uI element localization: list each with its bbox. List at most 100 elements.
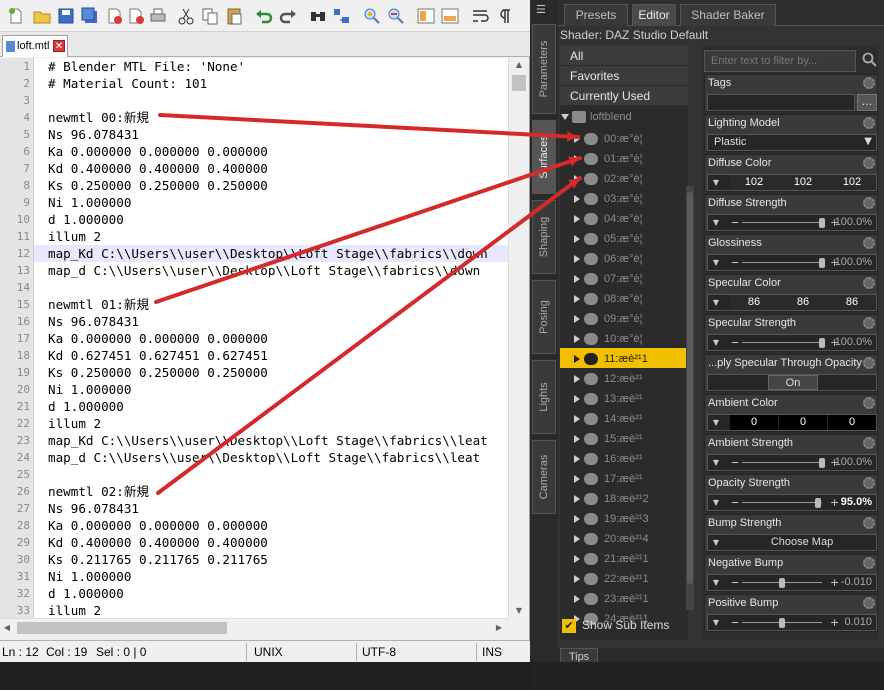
- color-channel-g[interactable]: 0: [779, 415, 827, 430]
- surface-item[interactable]: 15:æè²¹: [560, 430, 688, 448]
- surface-item[interactable]: 08:æ°è¦: [560, 290, 688, 308]
- color-channel-g[interactable]: 86: [779, 295, 827, 310]
- gear-icon[interactable]: [863, 117, 875, 129]
- expand-icon[interactable]: [574, 355, 580, 363]
- sync-vertical-icon[interactable]: [416, 6, 436, 26]
- hscroll-thumb[interactable]: [17, 622, 227, 634]
- code-line[interactable]: map_Kd C:\\Users\\user\\Desktop\\Loft St…: [48, 432, 488, 449]
- tab-presets[interactable]: Presets: [564, 4, 628, 26]
- new-file-icon[interactable]: [6, 6, 26, 26]
- open-file-icon[interactable]: [32, 6, 52, 26]
- gear-icon[interactable]: [863, 77, 875, 89]
- slider-track[interactable]: [742, 462, 822, 463]
- expand-icon[interactable]: [574, 435, 580, 443]
- code-area[interactable]: # Blender MTL File: 'None' # Material Cou…: [34, 58, 508, 618]
- expand-icon[interactable]: [574, 335, 580, 343]
- toggle-button[interactable]: On: [768, 375, 818, 390]
- color-channel-b[interactable]: 0: [828, 415, 876, 430]
- property-control[interactable]: ▼ +100.0%: [707, 214, 877, 231]
- chevron-down-icon[interactable]: ▼: [710, 457, 722, 469]
- slider-knob[interactable]: [819, 458, 825, 468]
- close-all-icon[interactable]: [126, 6, 146, 26]
- chevron-down-icon[interactable]: ▼: [710, 257, 722, 269]
- color-channel-b[interactable]: 102: [828, 175, 876, 190]
- code-line[interactable]: Ni 1.000000: [48, 568, 131, 585]
- slider-knob[interactable]: [779, 618, 785, 628]
- side-tab-parameters[interactable]: Parameters: [532, 24, 556, 114]
- gear-icon[interactable]: [863, 597, 875, 609]
- plus-icon[interactable]: +: [830, 577, 839, 589]
- surface-item[interactable]: 17:æè²¹: [560, 470, 688, 488]
- code-line[interactable]: # Blender MTL File: 'None': [48, 58, 245, 75]
- code-line[interactable]: Ks 0.211765 0.211765 0.211765: [48, 551, 268, 568]
- code-line[interactable]: map_d C:\\Users\\user\\Desktop\\Loft Sta…: [48, 449, 480, 466]
- sync-horizontal-icon[interactable]: [440, 6, 460, 26]
- slider-value[interactable]: 0.010: [844, 616, 872, 628]
- surface-item[interactable]: 01:æ°è¦: [560, 150, 688, 168]
- horizontal-scrollbar[interactable]: ◀ ▶: [0, 618, 508, 636]
- slider-track[interactable]: [742, 262, 822, 263]
- category-all[interactable]: All: [560, 46, 688, 66]
- filter-input[interactable]: Enter text to filter by...: [704, 50, 856, 72]
- gear-icon[interactable]: [863, 317, 875, 329]
- scroll-thumb[interactable]: [512, 75, 526, 91]
- property-control[interactable]: ▼ 86 86 86: [707, 294, 877, 311]
- code-line[interactable]: newmtl 00:新規: [48, 109, 149, 126]
- code-line[interactable]: illum 2: [48, 415, 101, 432]
- category-currently-used[interactable]: Currently Used: [560, 86, 688, 106]
- slider-knob[interactable]: [819, 258, 825, 268]
- property-control[interactable]: ▼ +100.0%: [707, 334, 877, 351]
- tags-button[interactable]: ...: [857, 94, 877, 111]
- color-channel-r[interactable]: 102: [730, 175, 778, 190]
- code-line[interactable]: Ka 0.000000 0.000000 0.000000: [48, 330, 268, 347]
- property-control[interactable]: ▼ +100.0%: [707, 254, 877, 271]
- expand-icon[interactable]: [574, 475, 580, 483]
- expand-icon[interactable]: [574, 535, 580, 543]
- expand-icon[interactable]: [574, 215, 580, 223]
- scroll-down-icon[interactable]: ▼: [509, 604, 529, 618]
- code-line[interactable]: Ni 1.000000: [48, 381, 131, 398]
- side-tab-lights[interactable]: Lights: [532, 360, 556, 434]
- minus-icon[interactable]: [732, 342, 738, 343]
- show-sub-items-checkbox[interactable]: ✔: [562, 619, 576, 633]
- side-tab-cameras[interactable]: Cameras: [532, 440, 556, 514]
- expand-icon[interactable]: [574, 595, 580, 603]
- expand-icon[interactable]: [574, 135, 580, 143]
- slider-knob[interactable]: [819, 218, 825, 228]
- surface-item[interactable]: 05:æ°è¦: [560, 230, 688, 248]
- gear-icon[interactable]: [863, 157, 875, 169]
- surface-item[interactable]: 07:æ°è¦: [560, 270, 688, 288]
- surface-item[interactable]: 04:æ°è¦: [560, 210, 688, 228]
- color-channel-g[interactable]: 102: [779, 175, 827, 190]
- tab-shader-baker[interactable]: Shader Baker: [680, 4, 776, 26]
- category-favorites[interactable]: Favorites: [560, 66, 688, 86]
- minus-icon[interactable]: [732, 262, 738, 263]
- expand-icon[interactable]: [574, 515, 580, 523]
- expand-icon[interactable]: [574, 575, 580, 583]
- code-line[interactable]: Ns 96.078431: [48, 500, 139, 517]
- expand-icon[interactable]: [574, 235, 580, 243]
- expand-icon[interactable]: [574, 275, 580, 283]
- surface-item[interactable]: 12:æè²¹: [560, 370, 688, 388]
- plus-icon[interactable]: +: [830, 497, 839, 509]
- expand-icon[interactable]: [574, 375, 580, 383]
- code-line[interactable]: d 1.000000: [48, 398, 124, 415]
- chevron-down-icon[interactable]: ▼: [710, 297, 722, 309]
- gear-icon[interactable]: [863, 557, 875, 569]
- property-control[interactable]: ▼ +100.0%: [707, 454, 877, 471]
- surface-item[interactable]: 20:æè²¹4: [560, 530, 688, 548]
- code-line[interactable]: Ns 96.078431: [48, 126, 139, 143]
- search-icon[interactable]: [862, 52, 878, 68]
- gear-icon[interactable]: [863, 197, 875, 209]
- gear-icon[interactable]: [863, 477, 875, 489]
- code-line[interactable]: d 1.000000: [48, 585, 124, 602]
- property-control[interactable]: Plastic ▼: [707, 134, 877, 151]
- minus-icon[interactable]: [732, 622, 738, 623]
- surface-item[interactable]: 09:æ°è¦: [560, 310, 688, 328]
- show-all-chars-icon[interactable]: [494, 6, 514, 26]
- expand-icon[interactable]: [574, 155, 580, 163]
- redo-icon[interactable]: [278, 6, 298, 26]
- surface-item[interactable]: 22:æè²¹1: [560, 570, 688, 588]
- surface-item[interactable]: 03:æ°è¦: [560, 190, 688, 208]
- slider-knob[interactable]: [815, 498, 821, 508]
